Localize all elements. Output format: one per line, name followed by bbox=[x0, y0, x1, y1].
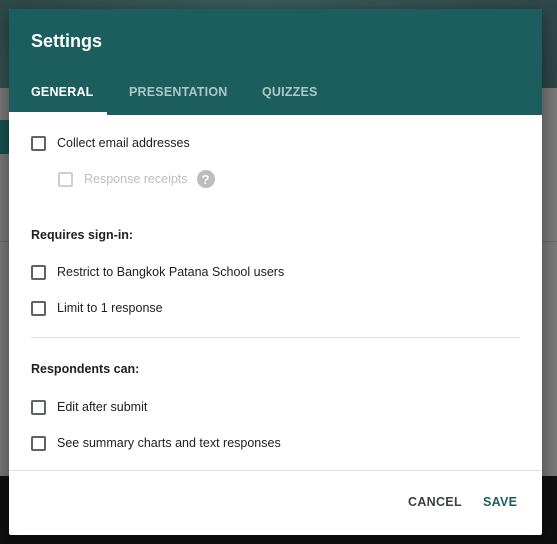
limit-response-option[interactable]: Limit to 1 response bbox=[31, 298, 163, 318]
active-tab-indicator bbox=[9, 112, 107, 115]
cancel-button[interactable]: CANCEL bbox=[408, 495, 462, 509]
requires-signin-heading: Requires sign-in: bbox=[31, 228, 134, 242]
save-button[interactable]: SAVE bbox=[483, 495, 517, 509]
settings-dialog: Settings GENERAL PRESENTATION QUIZZES Co… bbox=[9, 9, 542, 535]
help-icon[interactable]: ? bbox=[196, 170, 215, 188]
dialog-title: Settings bbox=[31, 31, 103, 51]
edit-after-submit-checkbox[interactable] bbox=[31, 399, 46, 415]
dialog-header: Settings GENERAL PRESENTATION QUIZZES bbox=[9, 9, 542, 115]
collect-email-label: Collect email addresses bbox=[57, 136, 190, 150]
limit-response-label: Limit to 1 response bbox=[57, 301, 163, 315]
edit-after-submit-option[interactable]: Edit after submit bbox=[31, 397, 147, 417]
summary-charts-checkbox[interactable] bbox=[31, 435, 46, 451]
respondents-heading: Respondents can: bbox=[31, 362, 140, 376]
summary-charts-option[interactable]: See summary charts and text responses bbox=[31, 433, 281, 453]
restrict-users-option[interactable]: Restrict to Bangkok Patana School users bbox=[31, 262, 284, 282]
restrict-users-label: Restrict to Bangkok Patana School users bbox=[57, 265, 285, 279]
response-receipts-label: Response receipts bbox=[84, 172, 188, 186]
footer-divider bbox=[9, 470, 542, 471]
collect-email-option[interactable]: Collect email addresses bbox=[31, 133, 190, 153]
edit-after-submit-label: Edit after submit bbox=[57, 400, 148, 414]
section-divider bbox=[31, 337, 520, 338]
tab-quizzes[interactable]: QUIZZES bbox=[262, 85, 318, 99]
response-receipts-option: Response receipts ? bbox=[58, 169, 215, 189]
tab-presentation[interactable]: PRESENTATION bbox=[129, 85, 227, 99]
summary-charts-label: See summary charts and text responses bbox=[57, 436, 281, 450]
response-receipts-checkbox bbox=[58, 171, 73, 187]
collect-email-checkbox[interactable] bbox=[31, 135, 46, 151]
tab-general[interactable]: GENERAL bbox=[31, 85, 94, 99]
restrict-users-checkbox[interactable] bbox=[31, 264, 46, 280]
limit-response-checkbox[interactable] bbox=[31, 300, 46, 316]
